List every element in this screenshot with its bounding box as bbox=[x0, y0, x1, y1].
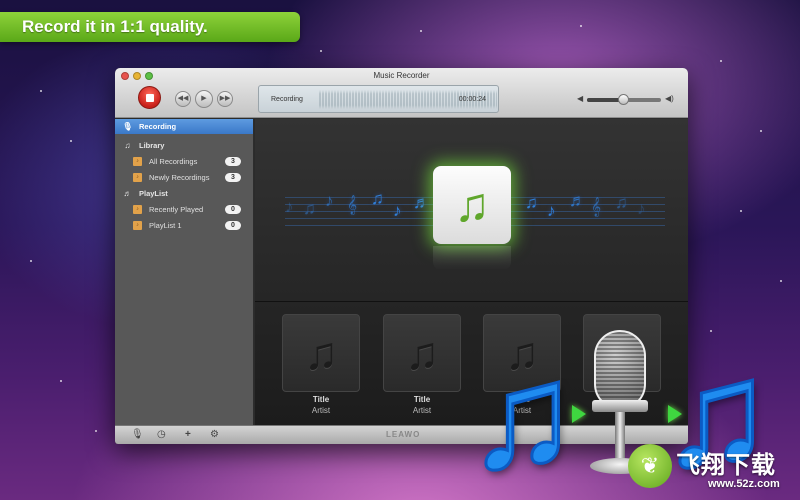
sidebar-item-all-recordings[interactable]: ♪ All Recordings 3 bbox=[115, 154, 253, 169]
music-note-icon: ♫ bbox=[383, 314, 461, 392]
watermark-logo: ❦ 飞翔下载 www.52z.com bbox=[628, 438, 798, 494]
album-art-icon: ♫ bbox=[433, 166, 511, 244]
status-display: Recording 00:00:24 bbox=[258, 85, 499, 113]
sidebar-item-label: All Recordings bbox=[149, 157, 198, 166]
treble-clef-icon: 𝄞 bbox=[347, 195, 358, 214]
record-stop-button[interactable] bbox=[138, 86, 161, 109]
sidebar-item-label: Recording bbox=[139, 122, 177, 131]
promo-banner: Record it in 1:1 quality. bbox=[0, 12, 300, 42]
folder-icon: ♪ bbox=[133, 173, 142, 182]
music-note-icon: ♫ bbox=[615, 193, 628, 212]
sidebar-item-label: Library bbox=[139, 141, 165, 150]
arrow-right-icon bbox=[572, 405, 586, 423]
recording-card[interactable]: ♫ Title Artist bbox=[282, 314, 360, 415]
settings-icon[interactable]: ⚙ bbox=[210, 429, 219, 440]
count-badge: 3 bbox=[225, 157, 241, 166]
add-icon[interactable]: + bbox=[185, 429, 191, 440]
sidebar-item-label: Recently Played bbox=[149, 205, 204, 214]
folder-icon: ♪ bbox=[133, 205, 142, 214]
music-note-icon: ♬ bbox=[569, 191, 586, 210]
fast-forward-button[interactable]: ▶▶ bbox=[217, 91, 233, 107]
watermark-url: www.52z.com bbox=[708, 478, 780, 490]
playlist-icon: ♬ bbox=[123, 189, 132, 198]
window-title: Music Recorder bbox=[373, 71, 430, 80]
sidebar-item-recently-played[interactable]: ♪ Recently Played 0 bbox=[115, 202, 253, 217]
elapsed-time: 00:00:24 bbox=[458, 96, 486, 103]
sidebar-item-label: PlayList bbox=[139, 189, 168, 198]
card-title: Title bbox=[312, 395, 330, 404]
microphone-icon: 🎙 bbox=[122, 122, 133, 131]
status-label: Recording bbox=[271, 96, 303, 103]
album-art-reflection bbox=[433, 246, 511, 270]
sidebar-section-library[interactable]: ♫ Library bbox=[115, 138, 253, 153]
music-note-icon: ♪ bbox=[325, 191, 334, 210]
arrow-right-icon bbox=[668, 405, 682, 423]
volume-high-icon: ◀) bbox=[665, 94, 674, 103]
volume-slider[interactable] bbox=[587, 94, 661, 105]
count-badge: 0 bbox=[225, 205, 241, 214]
volume-knob[interactable] bbox=[618, 94, 629, 105]
sidebar-section-playlist[interactable]: ♬ PlayList bbox=[115, 186, 253, 201]
music-note-icon: ♫ bbox=[124, 141, 131, 150]
sidebar-item-newly-recordings[interactable]: ♪ Newly Recordings 3 bbox=[115, 170, 253, 185]
music-note-icon: ♫ bbox=[525, 193, 538, 212]
rewind-button[interactable]: ◀◀ bbox=[175, 91, 191, 107]
sidebar-item-playlist-1[interactable]: ♪ PlayList 1 0 bbox=[115, 218, 253, 233]
treble-clef-icon: 𝄞 bbox=[591, 197, 602, 216]
now-recording-stage: ♪ ♫ ♪ 𝄞 ♫ ♪ ♬ ♫ ♪ ♬ 𝄞 ♫ ♪ ♫ bbox=[255, 119, 688, 301]
music-note-icon: ♪ bbox=[393, 201, 402, 220]
titlebar: Music Recorder ◀◀ ▶ ▶▶ Recording 00:00:2… bbox=[115, 68, 688, 118]
music-note-icon: ♪ bbox=[637, 199, 646, 218]
music-note-icon: ♫ bbox=[303, 199, 316, 218]
stop-icon bbox=[145, 93, 154, 102]
sidebar-item-recording[interactable]: 🎙 Recording bbox=[115, 119, 253, 134]
card-title: Title bbox=[413, 395, 431, 404]
brand-logo: LEAWO bbox=[386, 430, 421, 439]
clock-icon[interactable]: ◷ bbox=[157, 429, 166, 440]
blue-music-note-icon: ♫ bbox=[465, 331, 580, 499]
card-artist: Artist bbox=[311, 406, 331, 415]
count-badge: 0 bbox=[225, 221, 241, 230]
folder-icon: ♪ bbox=[133, 157, 142, 166]
folder-icon: ♪ bbox=[133, 221, 142, 230]
music-note-icon: ♫ bbox=[282, 314, 360, 392]
microphone-icon[interactable]: 🎙 bbox=[131, 429, 144, 440]
play-button[interactable]: ▶ bbox=[195, 90, 213, 108]
count-badge: 3 bbox=[225, 173, 241, 182]
music-note-icon: ♪ bbox=[547, 201, 556, 220]
sidebar: 🎙 Recording ♫ Library ♪ All Recordings 3… bbox=[115, 119, 254, 425]
music-note-icon: ♪ bbox=[285, 197, 294, 216]
card-artist: Artist bbox=[412, 406, 432, 415]
recording-card[interactable]: ♫ Title Artist bbox=[383, 314, 461, 415]
music-note-icon: ♬ bbox=[413, 193, 430, 212]
watermark-text: 飞翔下载 bbox=[676, 452, 776, 479]
sidebar-item-label: Newly Recordings bbox=[149, 173, 210, 182]
leaf-icon: ❦ bbox=[628, 444, 672, 488]
music-note-icon: ♫ bbox=[371, 189, 384, 208]
sidebar-item-label: PlayList 1 bbox=[149, 221, 182, 230]
volume-low-icon: ◀ bbox=[577, 94, 584, 103]
